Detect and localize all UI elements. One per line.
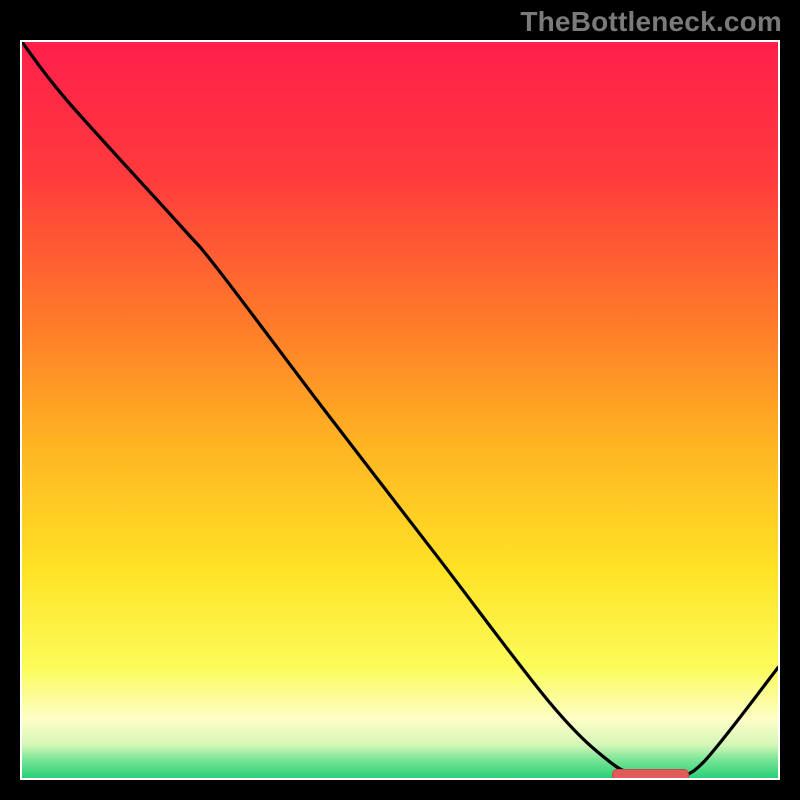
bottleneck-curve	[22, 42, 778, 778]
optimum-range-marker	[612, 769, 690, 778]
watermark-text: TheBottleneck.com	[520, 6, 782, 38]
plot-area	[22, 42, 778, 778]
